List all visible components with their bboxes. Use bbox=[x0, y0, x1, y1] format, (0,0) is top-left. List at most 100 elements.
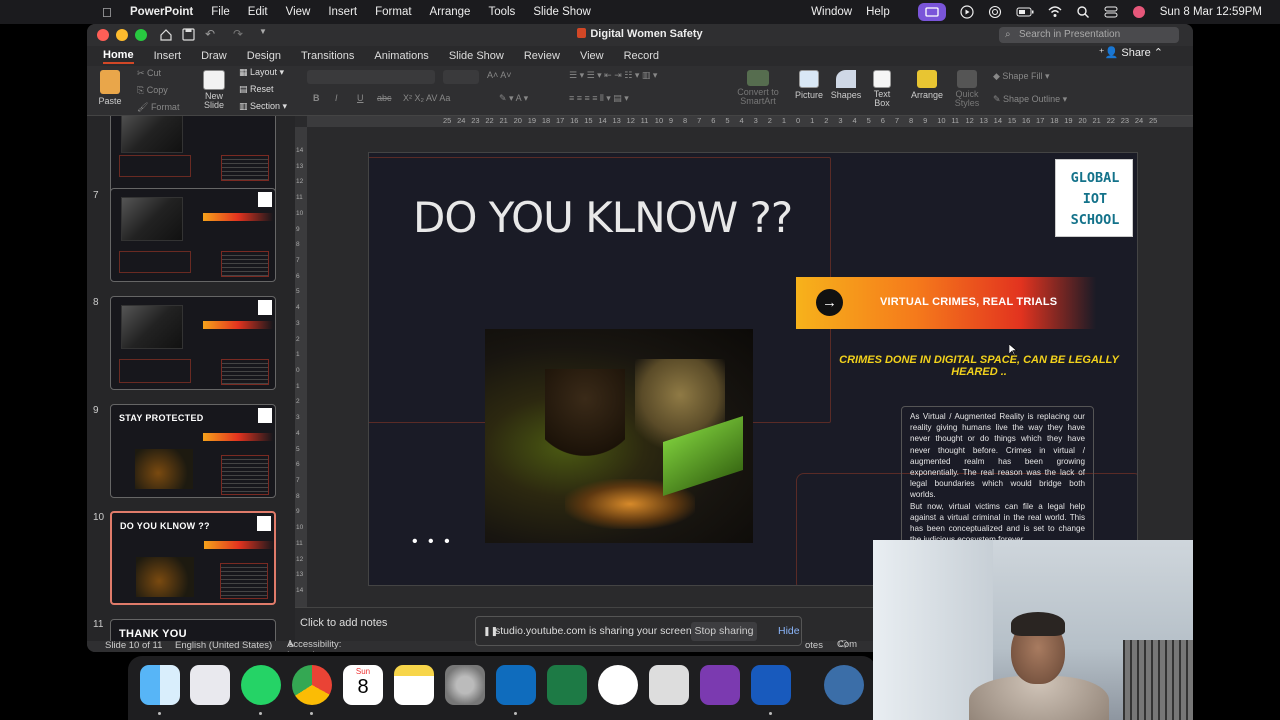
menu-arrange[interactable]: Arrange bbox=[430, 6, 471, 18]
quick-styles-button[interactable]: Quick Styles bbox=[949, 70, 985, 108]
tab-insert[interactable]: Insert bbox=[154, 50, 182, 62]
chatgpt-icon[interactable] bbox=[598, 665, 638, 705]
font-name-select[interactable] bbox=[307, 70, 435, 84]
whatsapp-icon[interactable] bbox=[241, 665, 281, 705]
hide-button[interactable]: Hide bbox=[778, 625, 800, 637]
ruler-tick-label: 3 bbox=[296, 414, 300, 422]
shapes-button[interactable]: Shapes bbox=[830, 70, 862, 100]
tab-design[interactable]: Design bbox=[247, 50, 281, 62]
picture-button[interactable]: Picture bbox=[793, 70, 825, 100]
tab-review[interactable]: Review bbox=[524, 50, 560, 62]
play-icon[interactable] bbox=[960, 5, 974, 19]
control-center-icon[interactable] bbox=[1104, 5, 1118, 19]
slide-thumbnail-9[interactable]: STAY PROTECTED bbox=[110, 404, 276, 498]
menu-format[interactable]: Format bbox=[375, 6, 411, 18]
shape-fill-button[interactable]: ◆ Shape Fill ▾ bbox=[993, 71, 1049, 82]
convert-smartart-button[interactable]: Convert to SmartArt bbox=[733, 70, 783, 106]
menu-insert[interactable]: Insert bbox=[328, 6, 357, 18]
battery-icon[interactable] bbox=[1016, 5, 1034, 19]
highlight-color-button[interactable]: ✎ ▾ A ▾ bbox=[499, 93, 528, 104]
wifi-icon[interactable] bbox=[1048, 5, 1062, 19]
menu-file[interactable]: File bbox=[211, 6, 230, 18]
font-size-select[interactable] bbox=[443, 70, 479, 84]
slide-thumbnail-11[interactable]: THANK YOU bbox=[110, 619, 276, 641]
align-buttons[interactable]: ≡ ≡ ≡ ≡ ⫴ ▾ ▤ ▾ bbox=[569, 93, 629, 104]
settings-icon[interactable] bbox=[445, 665, 485, 705]
menu-help[interactable]: Help bbox=[866, 6, 890, 18]
slide-body-textbox[interactable]: As Virtual / Augmented Reality is replac… bbox=[901, 406, 1094, 546]
bold-button[interactable]: B bbox=[313, 93, 320, 103]
tab-draw[interactable]: Draw bbox=[201, 50, 227, 62]
bullets-button[interactable]: ☰ ▾ ☰ ▾ ⇤ ⇥ ☷ ▾ ▥ ▾ bbox=[569, 70, 657, 81]
menu-window[interactable]: Window bbox=[811, 6, 852, 18]
tab-slide-show[interactable]: Slide Show bbox=[449, 50, 504, 62]
screenshot-icon[interactable] bbox=[649, 665, 689, 705]
search-in-presentation-input[interactable]: ⌕ Search in Presentation bbox=[999, 27, 1179, 43]
share-button[interactable]: ⁺👤 Share ⌃ bbox=[1099, 46, 1163, 59]
underline-button[interactable]: U bbox=[357, 93, 364, 103]
ruler-tick-label: 7 bbox=[296, 257, 300, 264]
shape-outline-button[interactable]: ✎ Shape Outline ▾ bbox=[993, 94, 1067, 105]
tab-view[interactable]: View bbox=[580, 50, 604, 62]
calendar-icon[interactable]: Sun 8 bbox=[343, 665, 383, 705]
arrange-icon bbox=[917, 70, 937, 88]
running-indicator bbox=[259, 712, 262, 715]
notes-icon[interactable] bbox=[394, 665, 434, 705]
menu-slideshow[interactable]: Slide Show bbox=[533, 6, 591, 18]
slide-thumbnail-10-selected[interactable]: DO YOU KLNOW ?? bbox=[110, 511, 276, 605]
apple-icon[interactable]:  bbox=[102, 5, 116, 20]
language-indicator[interactable]: English (United States) bbox=[175, 640, 272, 651]
chrome-icon[interactable] bbox=[292, 665, 332, 705]
slide-thumbnail[interactable] bbox=[110, 116, 276, 198]
screen-share-status-icon[interactable] bbox=[917, 3, 946, 21]
copy-label: Copy bbox=[146, 85, 168, 95]
slide-banner[interactable]: → VIRTUAL CRIMES, REAL TRIALS bbox=[796, 277, 1096, 329]
current-slide[interactable]: DO YOU KLNOW ?? GLOBAL IOT SCHOOL → VIRT… bbox=[368, 152, 1138, 586]
italic-button[interactable]: I bbox=[335, 93, 338, 103]
finder-icon[interactable] bbox=[140, 665, 180, 705]
slide-photo[interactable] bbox=[485, 329, 753, 543]
slide-title[interactable]: DO YOU KLNOW ?? bbox=[413, 193, 793, 242]
section-button[interactable]: ▥ Section ▾ bbox=[239, 101, 287, 112]
outlook-icon[interactable] bbox=[496, 665, 536, 705]
global-iot-school-logo[interactable]: GLOBAL IOT SCHOOL bbox=[1055, 159, 1133, 237]
strikethrough-button[interactable]: abc bbox=[377, 93, 392, 103]
tab-transitions[interactable]: Transitions bbox=[301, 50, 354, 62]
tab-record[interactable]: Record bbox=[624, 50, 659, 62]
menu-tools[interactable]: Tools bbox=[488, 6, 515, 18]
airdrop-icon[interactable] bbox=[988, 5, 1002, 19]
spotlight-search-icon[interactable] bbox=[1076, 5, 1090, 19]
format-painter-button[interactable]: 🖌 Format bbox=[137, 102, 179, 113]
copy-button[interactable]: ⎘ Copy bbox=[137, 85, 168, 96]
word-icon[interactable] bbox=[751, 665, 791, 705]
slide-thumbnail-7[interactable] bbox=[110, 188, 276, 282]
slide-thumbnail-8[interactable] bbox=[110, 296, 276, 390]
text-box-button[interactable]: Text Box bbox=[867, 70, 897, 108]
tab-home[interactable]: Home bbox=[103, 49, 134, 64]
superscript-button[interactable]: X² X₂ AV Aa bbox=[403, 93, 450, 103]
font-size-buttons[interactable]: A˄ A˅ bbox=[487, 70, 512, 80]
notes-toggle[interactable]: otes bbox=[805, 640, 823, 651]
arrange-button[interactable]: Arrange bbox=[909, 70, 945, 100]
menubar-clock[interactable]: Sun 8 Mar 12:59PM bbox=[1160, 6, 1262, 18]
user-avatar-icon[interactable] bbox=[1132, 5, 1146, 19]
reset-button[interactable]: ▤ Reset bbox=[239, 84, 274, 95]
slide-subheading[interactable]: CRIMES DONE IN DIGITAL SPACE, CAN BE LEG… bbox=[839, 354, 1119, 378]
menu-view[interactable]: View bbox=[286, 6, 311, 18]
paste-button[interactable]: Paste bbox=[95, 70, 125, 106]
cut-button[interactable]: ✂ Cut bbox=[137, 68, 161, 79]
menu-edit[interactable]: Edit bbox=[248, 6, 268, 18]
menu-app-name[interactable]: PowerPoint bbox=[130, 6, 193, 18]
convert-smartart-label: Convert to SmartArt bbox=[737, 87, 779, 106]
excel-icon[interactable] bbox=[547, 665, 587, 705]
tab-animations[interactable]: Animations bbox=[374, 50, 428, 62]
ruler-tick-label: 1 bbox=[296, 351, 300, 359]
onenote-icon[interactable] bbox=[700, 665, 740, 705]
stop-sharing-button[interactable]: Stop sharing bbox=[691, 622, 757, 641]
unknown-app-icon[interactable] bbox=[824, 665, 864, 705]
collapse-ribbon-icon[interactable]: ⌃ bbox=[1154, 47, 1163, 59]
launchpad-icon[interactable] bbox=[190, 665, 230, 705]
new-slide-button[interactable]: New Slide bbox=[199, 70, 229, 110]
layout-button[interactable]: ▦ Layout ▾ bbox=[239, 67, 284, 78]
ruler-tick-label: 5 bbox=[725, 116, 730, 125]
